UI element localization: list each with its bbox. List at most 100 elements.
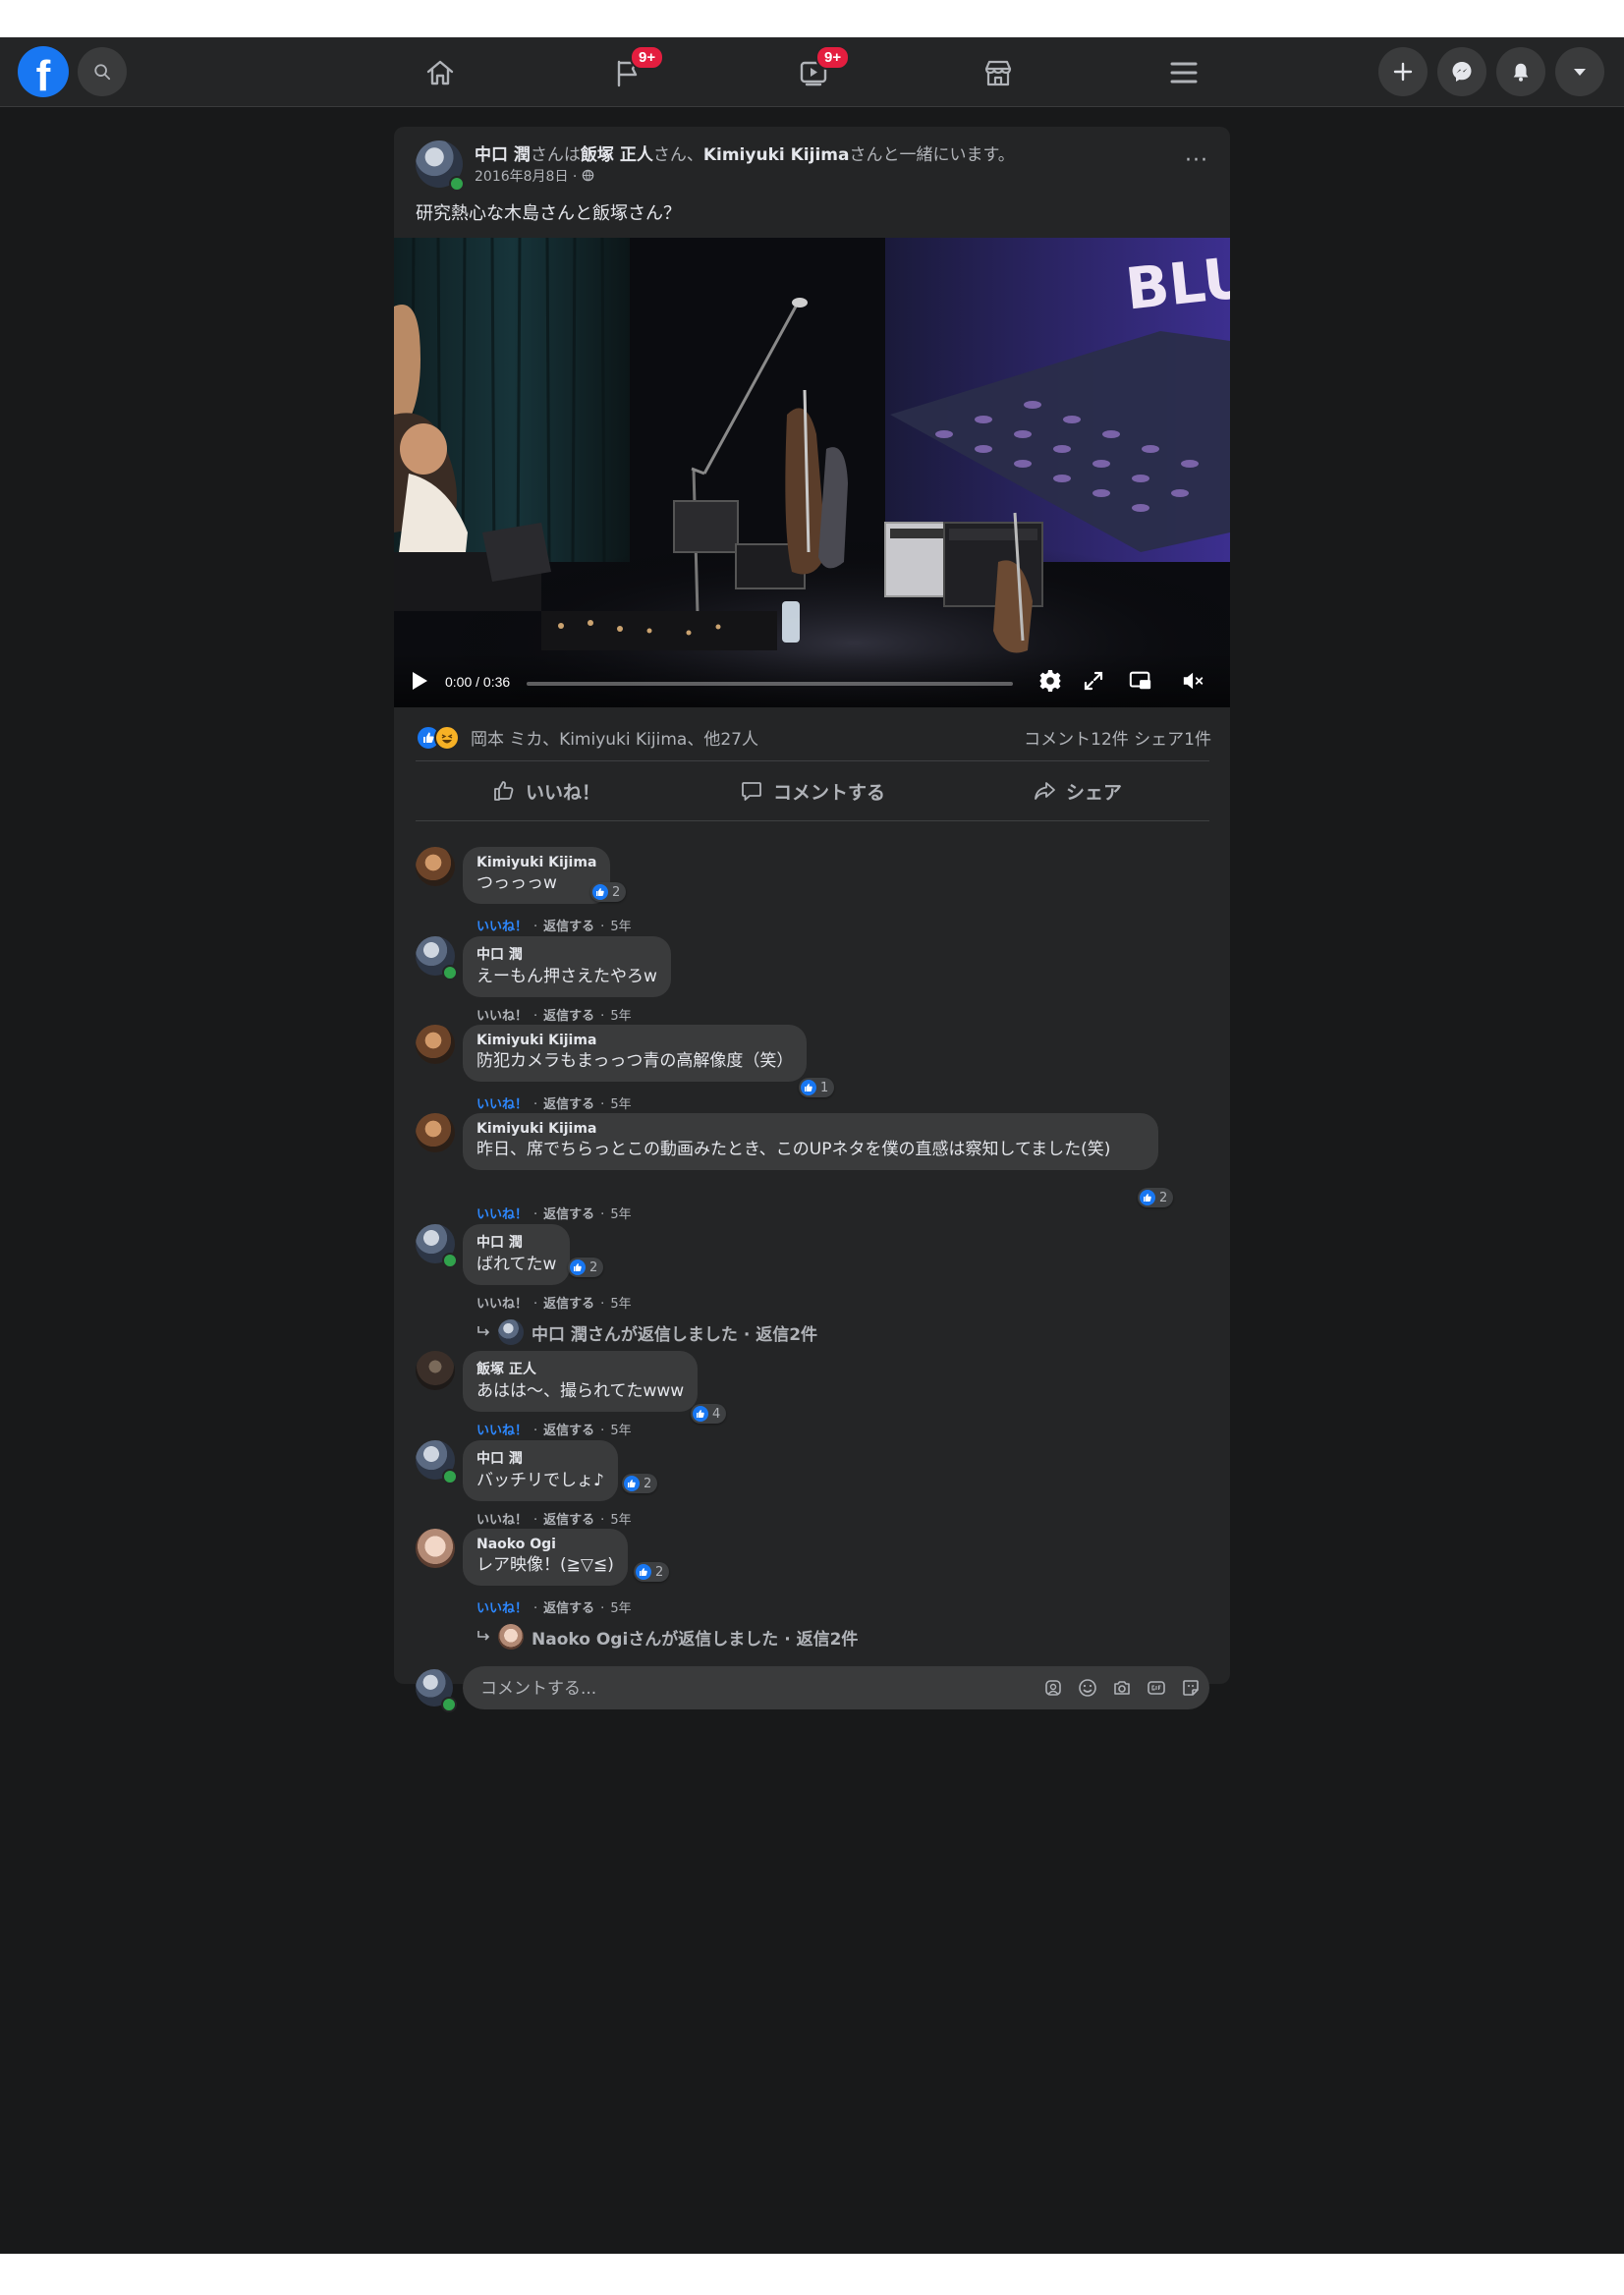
- comment-like-link[interactable]: いいね！: [476, 1097, 528, 1112]
- fullscreen-button[interactable]: [1082, 669, 1105, 693]
- play-button[interactable]: [408, 669, 431, 693]
- nav-menu[interactable]: [1162, 51, 1205, 94]
- commenter-name[interactable]: Kimiyuki Kijima: [476, 1033, 793, 1048]
- commenter-name[interactable]: 中口 潤: [476, 1232, 556, 1252]
- comment-like-link[interactable]: いいね！: [476, 920, 528, 934]
- comment-like-count: 2: [1159, 1190, 1168, 1205]
- comment-reaction-count[interactable]: 2: [622, 1474, 658, 1493]
- comment-reply-link[interactable]: 返信する: [543, 1424, 594, 1438]
- share-button[interactable]: シェア: [1033, 771, 1122, 811]
- avatar-sticker-button[interactable]: [1042, 1677, 1064, 1699]
- comment-reply-link[interactable]: 返信する: [543, 1097, 594, 1112]
- comment-like-link[interactable]: いいね！: [476, 1009, 528, 1024]
- comment-like-link[interactable]: いいね！: [476, 1424, 528, 1438]
- video-progress-bar[interactable]: [527, 682, 1013, 686]
- bell-icon: [1513, 63, 1529, 82]
- messenger-button[interactable]: [1437, 47, 1486, 96]
- comment-reply-link[interactable]: 返信する: [543, 1009, 594, 1024]
- create-button[interactable]: [1378, 47, 1428, 96]
- video-player[interactable]: BLUE 0:00 / 0:36: [394, 238, 1230, 707]
- comment-reply-link[interactable]: 返信する: [543, 1297, 594, 1312]
- like-reaction-icon: [570, 1259, 586, 1275]
- view-replies-link[interactable]: Naoko Ogiさんが返信しました · 返信2件: [476, 1624, 858, 1650]
- like-button[interactable]: いいね！: [492, 771, 600, 811]
- commenter-avatar[interactable]: [416, 1529, 455, 1568]
- author-name[interactable]: 中口 潤: [475, 145, 531, 165]
- comment-age[interactable]: 5年: [610, 1601, 631, 1616]
- comment-like-link[interactable]: いいね！: [476, 1513, 528, 1528]
- tagged-user-1[interactable]: 飯塚 正人: [581, 145, 653, 165]
- comment-bubble: 中口 潤 えーもん押さえたやろw: [463, 936, 671, 997]
- home-icon: [426, 60, 454, 85]
- mute-button[interactable]: [1182, 669, 1205, 693]
- comment-reaction-count[interactable]: 2: [634, 1562, 670, 1582]
- gif-button[interactable]: [1146, 1677, 1167, 1699]
- reaction-names[interactable]: 岡本 ミカ、Kimiyuki Kijima、他27人: [471, 725, 758, 750]
- notifications-button[interactable]: [1496, 47, 1545, 96]
- nav-watch[interactable]: 9+: [792, 45, 851, 94]
- camera-icon: [1114, 1681, 1130, 1695]
- like-reaction-icon: [801, 1080, 816, 1095]
- account-menu-button[interactable]: [1555, 47, 1604, 96]
- avatar-sticker-icon: [1045, 1680, 1061, 1696]
- comment-reaction-count[interactable]: 4: [691, 1404, 727, 1424]
- comment-actions: いいね！ · 返信する · 5年: [476, 1601, 632, 1616]
- picture-in-picture-button[interactable]: [1129, 669, 1152, 693]
- comment-bubble: 飯塚 正人 あはは〜、撮られてたwww: [463, 1351, 699, 1412]
- commenter-name[interactable]: Naoko Ogi: [476, 1537, 614, 1552]
- post-date-text: 2016年8月8日 ·: [475, 169, 578, 185]
- comment-like-link[interactable]: いいね！: [476, 1297, 528, 1312]
- comment-age[interactable]: 5年: [610, 1009, 631, 1024]
- top-navigation-bar: f 9+ 9+: [0, 37, 1624, 107]
- gear-icon: [1039, 670, 1061, 692]
- commenter-name[interactable]: 飯塚 正人: [476, 1359, 684, 1378]
- comment-age[interactable]: 5年: [610, 1207, 631, 1222]
- comment-reaction-count[interactable]: 2: [568, 1258, 604, 1277]
- nav-home[interactable]: [419, 51, 462, 94]
- post-date[interactable]: 2016年8月8日 ·: [475, 166, 594, 186]
- comment-reply-link[interactable]: 返信する: [543, 1207, 594, 1222]
- comment-text: ばれてたw: [476, 1255, 557, 1274]
- search-button[interactable]: [78, 47, 127, 96]
- video-time: 0:00 / 0:36: [445, 674, 511, 690]
- post-more-options-button[interactable]: ···: [1185, 148, 1208, 173]
- comment-age[interactable]: 5年: [610, 1097, 631, 1112]
- comment-reply-link[interactable]: 返信する: [543, 1601, 594, 1616]
- comment-age[interactable]: 5年: [610, 1513, 631, 1528]
- comment-like-link[interactable]: いいね！: [476, 1601, 528, 1616]
- nav-pages[interactable]: 9+: [606, 45, 665, 94]
- emoji-button[interactable]: [1077, 1677, 1098, 1699]
- tagged-user-2[interactable]: Kimiyuki Kijima: [703, 145, 850, 165]
- commenter-avatar[interactable]: [416, 1025, 455, 1064]
- comment-input[interactable]: [478, 1666, 1013, 1711]
- comment-reaction-count[interactable]: 2: [1138, 1188, 1174, 1207]
- comment-share-counts[interactable]: コメント12件 シェア1件: [1024, 725, 1211, 750]
- comment-button[interactable]: コメントする: [740, 771, 885, 811]
- commenter-avatar[interactable]: [416, 1351, 455, 1390]
- comment-reaction-count[interactable]: 1: [799, 1078, 835, 1097]
- comment-age[interactable]: 5年: [610, 1424, 631, 1438]
- commenter-name[interactable]: Kimiyuki Kijima: [476, 1121, 1145, 1137]
- comment-age[interactable]: 5年: [610, 920, 631, 934]
- comment-reply-link[interactable]: 返信する: [543, 1513, 594, 1528]
- settings-button[interactable]: [1038, 669, 1062, 693]
- comment-reply-link[interactable]: 返信する: [543, 920, 594, 934]
- reaction-icons[interactable]: [416, 725, 465, 751]
- commenter-name[interactable]: 中口 潤: [476, 1448, 604, 1468]
- nav-marketplace[interactable]: [977, 51, 1020, 94]
- comment-composer: [463, 1666, 1209, 1711]
- with-text-3: さんと一緒にいます。: [849, 145, 1015, 165]
- facebook-logo[interactable]: f: [18, 46, 69, 100]
- comment-like-link[interactable]: いいね！: [476, 1207, 528, 1222]
- comment-reaction-count[interactable]: 2: [590, 882, 627, 902]
- commenter-avatar[interactable]: [416, 1113, 455, 1152]
- commenter-avatar[interactable]: [416, 847, 455, 886]
- commenter-name[interactable]: 中口 潤: [476, 944, 657, 964]
- reactions-summary: 岡本 ミカ、Kimiyuki Kijima、他27人 コメント12件 シェア1件: [416, 723, 1211, 751]
- muted-speaker-icon: [1183, 672, 1204, 690]
- photo-button[interactable]: [1111, 1677, 1133, 1699]
- comment-age[interactable]: 5年: [610, 1297, 631, 1312]
- sticker-button[interactable]: [1180, 1677, 1202, 1699]
- commenter-name[interactable]: Kimiyuki Kijima: [476, 855, 596, 870]
- view-replies-link[interactable]: 中口 潤さんが返信しました · 返信2件: [476, 1319, 817, 1345]
